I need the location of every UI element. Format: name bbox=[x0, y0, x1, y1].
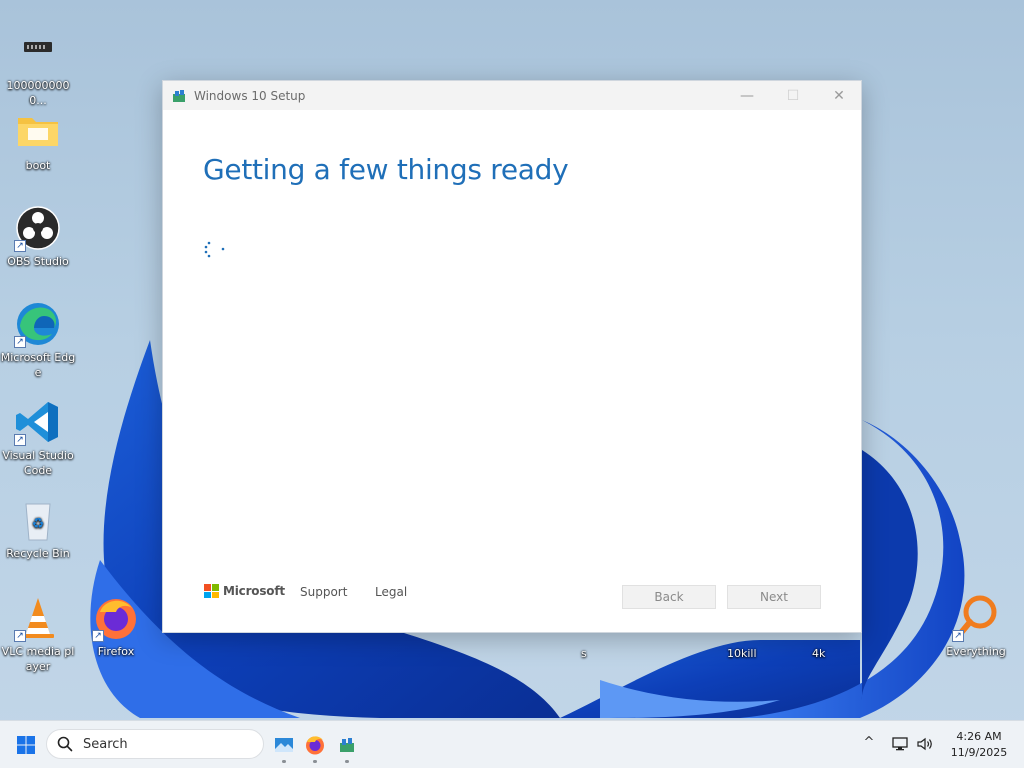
maximize-icon: ☐ bbox=[786, 87, 800, 104]
start-button[interactable] bbox=[14, 733, 38, 757]
shortcut-arrow-icon: ↗ bbox=[14, 434, 26, 446]
desktop-icon-edge[interactable]: ↗ Microsoft Edge bbox=[0, 300, 76, 380]
minimize-button[interactable]: — bbox=[725, 81, 769, 110]
shortcut-arrow-icon: ↗ bbox=[14, 630, 26, 642]
network-icon[interactable] bbox=[891, 735, 909, 753]
next-button[interactable]: Next bbox=[727, 585, 821, 609]
microsoft-logo: Microsoft bbox=[204, 584, 285, 598]
search-icon bbox=[57, 736, 73, 752]
everything-icon: ↗ bbox=[952, 594, 1000, 642]
microsoft-wordmark: Microsoft bbox=[223, 584, 285, 598]
vscode-icon: ↗ bbox=[14, 398, 62, 446]
desktop-icon-label: Firefox bbox=[97, 645, 135, 658]
shortcut-arrow-icon: ↗ bbox=[952, 630, 964, 642]
vlc-icon: ↗ bbox=[14, 594, 62, 642]
edge-icon: ↗ bbox=[14, 300, 62, 348]
drive-icon bbox=[14, 28, 62, 76]
desktop-icon-label: Microsoft Edge bbox=[0, 351, 76, 379]
desktop-icon-boot[interactable]: boot bbox=[0, 108, 76, 173]
taskbar-clock[interactable]: 4:26 AM 11/9/2025 bbox=[944, 729, 1014, 761]
shortcut-arrow-icon: ↗ bbox=[14, 336, 26, 348]
desktop-icon-label: boot bbox=[25, 159, 51, 172]
legal-link[interactable]: Legal bbox=[375, 585, 407, 599]
taskbar-running-indicator bbox=[345, 760, 349, 763]
taskbar-search-box[interactable]: Search bbox=[46, 729, 264, 759]
desktop-icon-firefox[interactable]: ↗ Firefox bbox=[78, 594, 154, 659]
setup-window: Windows 10 Setup — ☐ ✕ Getting a few thi… bbox=[162, 80, 862, 633]
svg-text:♻: ♻ bbox=[32, 516, 45, 532]
show-hidden-icons-chevron-icon[interactable]: ^ bbox=[860, 735, 878, 753]
close-icon: ✕ bbox=[833, 87, 845, 104]
desktop-icon-label: Visual Studio Code bbox=[2, 449, 74, 477]
back-button[interactable]: Back bbox=[622, 585, 716, 609]
desktop-icon-vlc[interactable]: ↗ VLC media player bbox=[0, 594, 76, 674]
desktop-icon-recycle-bin[interactable]: ♻ Recycle Bin bbox=[0, 496, 76, 561]
desktop-icon-everything[interactable]: ↗ Everything bbox=[938, 594, 1014, 659]
close-button[interactable]: ✕ bbox=[817, 81, 861, 110]
desktop-icon-obs[interactable]: ↗ OBS Studio bbox=[0, 204, 76, 269]
loading-spinner-icon bbox=[204, 241, 225, 258]
shortcut-arrow-icon: ↗ bbox=[92, 630, 104, 642]
obs-icon: ↗ bbox=[14, 204, 62, 252]
desktop-icon-vscode[interactable]: ↗ Visual Studio Code bbox=[0, 398, 76, 478]
taskbar-running-indicator bbox=[313, 760, 317, 763]
microsoft-logo-icon bbox=[204, 584, 219, 598]
desktop-icon-label: 1000000000... bbox=[6, 79, 70, 107]
minimize-icon: — bbox=[740, 87, 754, 104]
maximize-button[interactable]: ☐ bbox=[771, 81, 815, 110]
folder-icon bbox=[14, 108, 62, 156]
desktop-icon-label: OBS Studio bbox=[7, 255, 69, 268]
recycle-bin-icon: ♻ bbox=[14, 496, 62, 544]
page-heading: Getting a few things ready bbox=[203, 153, 569, 186]
desktop-icon-label: VLC media player bbox=[1, 645, 75, 673]
desktop-icon-label-10kill[interactable]: 10kill bbox=[727, 647, 757, 660]
window-title: Windows 10 Setup bbox=[194, 88, 306, 103]
clock-time: 4:26 AM bbox=[956, 730, 1002, 743]
shortcut-arrow-icon: ↗ bbox=[14, 240, 26, 252]
window-titlebar[interactable]: Windows 10 Setup — ☐ ✕ bbox=[163, 81, 861, 110]
taskbar-firefox-icon[interactable] bbox=[303, 733, 327, 757]
firefox-icon: ↗ bbox=[92, 594, 140, 642]
taskbar: Search ^ 4:26 AM 11/9/2025 bbox=[0, 720, 1024, 768]
search-placeholder: Search bbox=[83, 736, 128, 752]
desktop-icon-label-4k[interactable]: 4k bbox=[812, 647, 825, 660]
taskbar-running-indicator bbox=[282, 760, 286, 763]
desktop-icon-label: Recycle Bin bbox=[6, 547, 70, 560]
desktop-icon-label: Everything bbox=[946, 645, 1006, 658]
setup-app-icon bbox=[173, 89, 185, 102]
volume-icon[interactable] bbox=[916, 735, 934, 753]
desktop-icon-drive[interactable]: 1000000000... bbox=[0, 28, 76, 108]
clock-date: 11/9/2025 bbox=[950, 746, 1008, 759]
desktop-icon-label-s[interactable]: s bbox=[581, 647, 587, 660]
taskbar-setup-icon[interactable] bbox=[335, 733, 359, 757]
taskbar-photos-icon[interactable] bbox=[272, 733, 296, 757]
support-link[interactable]: Support bbox=[300, 585, 347, 599]
